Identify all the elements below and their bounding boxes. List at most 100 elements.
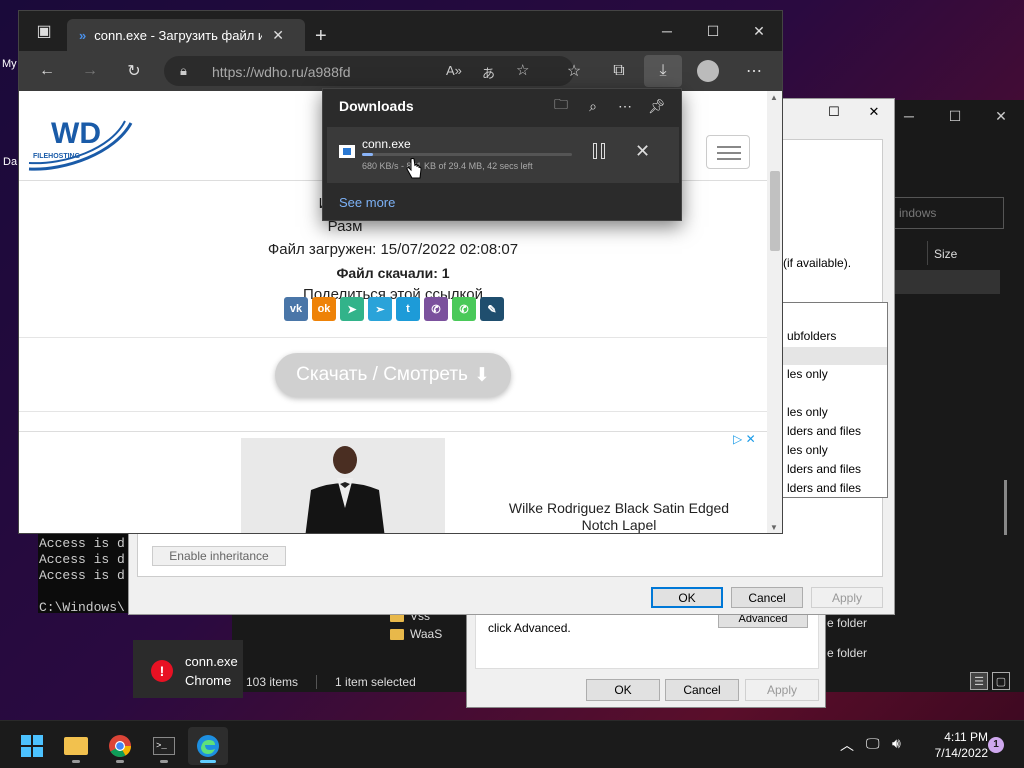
list-item[interactable]: WaaS	[390, 627, 470, 641]
refresh-icon[interactable]: ↻	[121, 59, 147, 83]
selected-row[interactable]	[779, 347, 887, 365]
ad-image[interactable]	[241, 438, 445, 533]
message-share-icon[interactable]: ➤	[340, 297, 364, 321]
site-logo[interactable]: WD FILEHOSTING	[25, 113, 135, 173]
vk-share-icon[interactable]: vk	[284, 297, 308, 321]
profile-avatar[interactable]	[695, 59, 721, 83]
close-button[interactable]: ✕	[854, 99, 894, 125]
lock-icon[interactable]: 🔒︎	[180, 63, 187, 79]
scrollbar[interactable]	[1004, 480, 1007, 535]
terminal-icon: >_	[153, 737, 175, 755]
tab-actions-icon[interactable]: ▣	[31, 19, 57, 43]
collections-icon[interactable]: ⧉	[606, 59, 632, 83]
list-item[interactable]: lders and files	[787, 424, 861, 438]
windows-logo-icon	[21, 735, 43, 757]
pause-button[interactable]	[589, 143, 609, 163]
notification-badge[interactable]: 1	[988, 737, 1004, 753]
desktop-icon-label[interactable]: My	[2, 58, 17, 70]
twitter-share-icon[interactable]: t	[396, 297, 420, 321]
minimize-button[interactable]: ─	[644, 11, 690, 51]
file-icon	[339, 145, 355, 158]
livejournal-share-icon[interactable]: ✎	[480, 297, 504, 321]
back-icon[interactable]: ←	[34, 59, 60, 83]
whatsapp-share-icon[interactable]: ✆	[452, 297, 476, 321]
column-header-size[interactable]: Size	[934, 247, 957, 261]
pin-icon[interactable]: 📌︎	[643, 95, 671, 117]
downloads-flyout[interactable]: Downloads 🗀︎ ⌕ ⋯ 📌︎ conn.exe 680 KB/s - …	[322, 88, 682, 221]
clock-time: 4:11 PM	[944, 730, 988, 744]
search-icon[interactable]: ⌕	[579, 95, 607, 117]
list-item[interactable]: les only	[787, 367, 828, 381]
download-item[interactable]: conn.exe 680 KB/s - 861 KB of 29.4 MB, 4…	[327, 127, 679, 183]
close-button[interactable]: ✕	[736, 11, 782, 51]
telegram-share-icon[interactable]: ➣	[368, 297, 392, 321]
address-bar[interactable]: 🔒︎ https://wdho.ru/a988fd A» あ ☆	[164, 56, 574, 86]
selected-row[interactable]	[892, 270, 1000, 294]
system-clock[interactable]: 4:11 PM 7/14/2022	[916, 729, 988, 761]
network-icon[interactable]: 🖵︎	[866, 735, 880, 752]
ok-button[interactable]: OK	[586, 679, 660, 701]
enable-inheritance-button[interactable]: Enable inheritance	[152, 546, 286, 566]
list-item[interactable]: les only	[787, 405, 828, 419]
maximize-button[interactable]: ☐	[932, 100, 978, 132]
maximize-button[interactable]: ☐	[690, 11, 736, 51]
status-item-count: 103 items	[246, 675, 299, 689]
column-divider	[927, 241, 928, 265]
see-more-link[interactable]: See more	[339, 195, 395, 210]
volume-icon[interactable]: 🔊︎	[892, 735, 901, 752]
list-item[interactable]: lders and files	[787, 481, 861, 495]
download-notification[interactable]: ! conn.exe Chrome	[133, 640, 243, 698]
download-file-name[interactable]: conn.exe	[362, 137, 411, 151]
apply-button[interactable]: Apply	[811, 587, 883, 608]
downloads-icon[interactable]: ⤓	[644, 55, 682, 87]
cancel-button[interactable]: Cancel	[665, 679, 739, 701]
search-input[interactable]: indows	[892, 197, 1004, 229]
favorites-icon[interactable]: ☆	[561, 59, 587, 83]
forward-icon[interactable]: →	[77, 59, 103, 83]
page-scrollbar[interactable]: ▲ ▼	[767, 91, 782, 533]
notification-source: Chrome	[185, 673, 232, 688]
menu-toggle-button[interactable]	[706, 135, 750, 169]
translate-icon[interactable]: あ	[482, 63, 495, 82]
permission-entries-list[interactable]: ubfolders les only les only lders and fi…	[778, 302, 888, 498]
url-text[interactable]: https://wdho.ru/a988fd	[212, 64, 351, 80]
add-favorite-icon[interactable]: ☆	[516, 61, 529, 79]
ok-button[interactable]: OK	[651, 587, 723, 608]
ad-caption[interactable]: Wilke Rodriguez Black Satin Edged Notch …	[489, 500, 749, 533]
taskbar-terminal[interactable]: >_	[144, 727, 184, 765]
advertisement[interactable]: ▷ ✕ Wilke Rodriguez Black Satin Edged No…	[19, 431, 767, 533]
command-prompt-window[interactable]: Access is d Access is d Access is d C:\Wind…	[38, 528, 133, 613]
large-icons-view-button[interactable]: ▢	[992, 672, 1010, 690]
more-menu-icon[interactable]: ⋯	[741, 59, 767, 83]
close-button[interactable]: ✕	[978, 100, 1024, 132]
start-button[interactable]	[12, 727, 52, 765]
taskbar-edge[interactable]	[188, 727, 228, 765]
desktop-icon-label[interactable]: Da	[3, 156, 17, 168]
odnoklassniki-share-icon[interactable]: ok	[312, 297, 336, 321]
list-item[interactable]: ubfolders	[787, 329, 836, 343]
read-aloud-icon[interactable]: A»	[446, 63, 462, 78]
chevron-up-icon[interactable]: ︿	[840, 735, 854, 755]
divider	[19, 337, 767, 338]
tab-active[interactable]: » conn.exe - Загрузить файл или с ✕	[67, 19, 305, 51]
open-folder-icon[interactable]: 🗀︎	[547, 95, 575, 117]
list-item[interactable]: lders and files	[787, 462, 861, 476]
taskbar-chrome[interactable]	[100, 727, 140, 765]
details-view-button[interactable]: ☰	[970, 672, 988, 690]
taskbar-file-explorer[interactable]	[56, 727, 96, 765]
list-item[interactable]: les only	[787, 443, 828, 457]
scrollbar-thumb[interactable]	[770, 171, 780, 251]
adchoices-icon[interactable]: ▷ ✕	[733, 432, 756, 446]
maximize-button[interactable]: ☐	[814, 99, 854, 125]
cancel-download-icon[interactable]: ✕	[635, 141, 650, 162]
edge-icon	[197, 735, 219, 757]
viber-share-icon[interactable]: ✆	[424, 297, 448, 321]
apply-button[interactable]: Apply	[745, 679, 819, 701]
more-options-icon[interactable]: ⋯	[611, 95, 639, 117]
cancel-button[interactable]: Cancel	[731, 587, 803, 608]
new-tab-button[interactable]: +	[315, 25, 327, 48]
close-tab-icon[interactable]: ✕	[272, 27, 284, 44]
status-bar: 103 items 1 item selected	[232, 672, 464, 692]
download-button[interactable]: Скачать / Смотреть ⬇	[275, 353, 511, 397]
